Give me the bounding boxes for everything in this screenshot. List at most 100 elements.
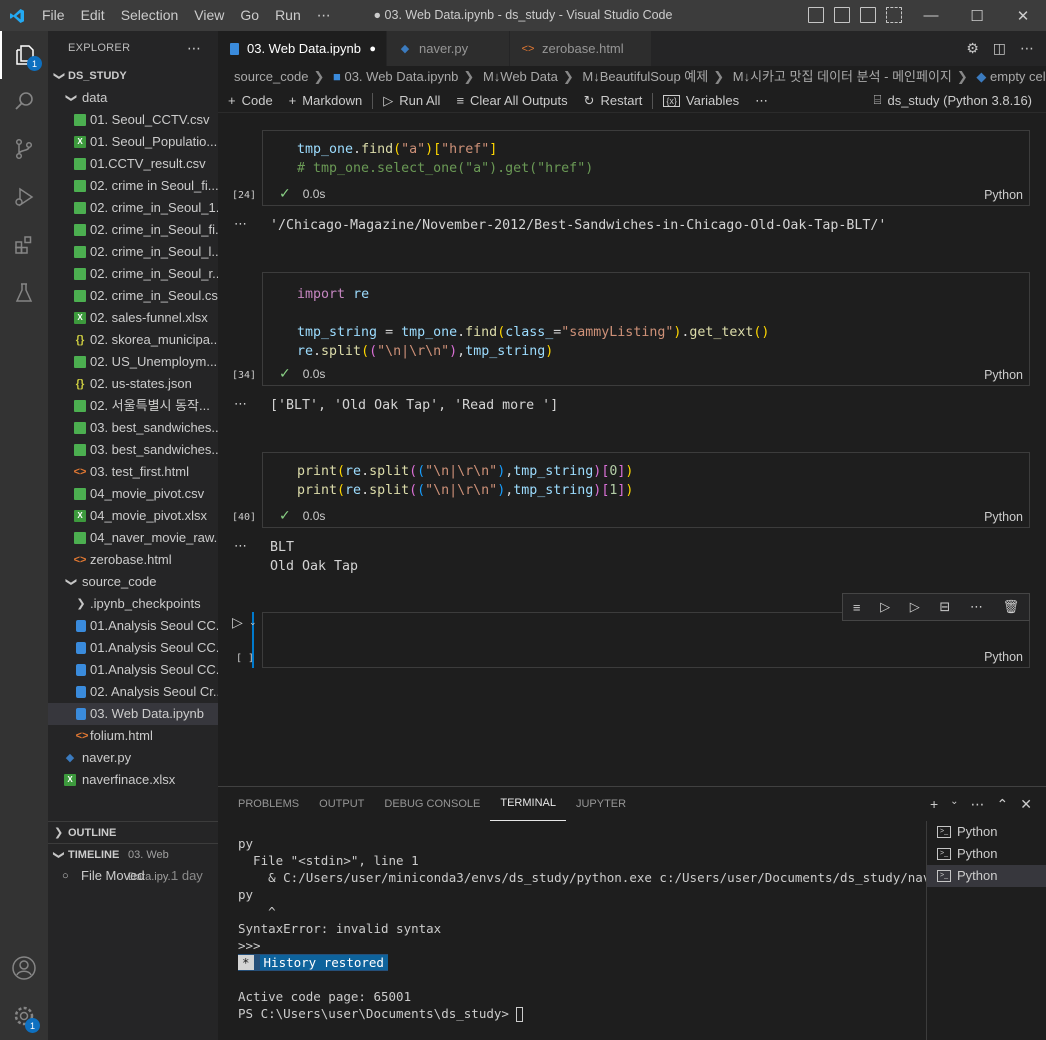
breadcrumb-item[interactable]: M↓Web Data: [483, 69, 558, 84]
explorer-more-icon[interactable]: ⋯: [187, 40, 202, 57]
add-markdown-button[interactable]: + Markdown: [289, 93, 363, 108]
terminal-instance[interactable]: >_ Python: [927, 821, 1046, 843]
breadcrumb-item[interactable]: empty cell: [990, 69, 1046, 84]
tree-folder-source-code[interactable]: ❯ source_code: [48, 571, 218, 593]
tree-file[interactable]: {} 02. us-states.json: [48, 373, 218, 395]
run-options-chevron-down-icon[interactable]: ⌄: [249, 617, 257, 628]
cell-language[interactable]: Python: [984, 510, 1023, 524]
tree-folder-data[interactable]: ❯ data: [48, 87, 218, 109]
tree-file[interactable]: 01.Analysis Seoul CC...: [48, 659, 218, 681]
clear-all-outputs-button[interactable]: ≡ Clear All Outputs: [456, 93, 567, 108]
timeline-section[interactable]: ❯ TIMELINE 03. Web Data.ipy...: [48, 843, 218, 883]
output-more-icon[interactable]: ⋯: [234, 538, 248, 554]
variables-button[interactable]: {x} Variables: [663, 93, 739, 108]
close-window-icon[interactable]: ✕: [1000, 0, 1046, 31]
tree-file[interactable]: 03. best_sandwiches...: [48, 417, 218, 439]
tree-file[interactable]: X 01. Seoul_Populatio...: [48, 131, 218, 153]
tree-file[interactable]: 01.Analysis Seoul CC...: [48, 637, 218, 659]
run-cell-icon[interactable]: ▷: [232, 614, 243, 631]
extensions-icon[interactable]: [0, 221, 48, 269]
tree-file[interactable]: <> 03. test_first.html: [48, 461, 218, 483]
tree-file[interactable]: 02. crime_in_Seoul_r...: [48, 263, 218, 285]
run-above-icon[interactable]: ≡: [853, 600, 861, 615]
maximize-panel-chevron-up-icon[interactable]: ⌃: [997, 796, 1009, 813]
code-cell[interactable]: print(re.split(("\n|\r\n"),tmp_string)[0…: [262, 452, 1030, 528]
tree-file[interactable]: 04_movie_pivot.csv: [48, 483, 218, 505]
panel-tab-terminal[interactable]: TERMINAL: [490, 787, 566, 821]
tree-file[interactable]: {} 02. skorea_municipa...: [48, 329, 218, 351]
menu-view[interactable]: View: [186, 0, 232, 31]
tree-file[interactable]: 02. crime_in_Seoul_l...: [48, 241, 218, 263]
breadcrumb-item[interactable]: source_code: [234, 69, 308, 84]
tree-file[interactable]: X 02. sales-funnel.xlsx: [48, 307, 218, 329]
tree-file[interactable]: 02. Analysis Seoul Cr...: [48, 681, 218, 703]
timeline-item[interactable]: ○ File Moved 1 day: [48, 865, 218, 887]
panel-tab-jupyter[interactable]: JUPYTER: [566, 787, 636, 821]
unsaved-dot-icon[interactable]: ●: [369, 43, 376, 55]
customize-layout-icon[interactable]: [886, 7, 902, 23]
tree-file[interactable]: 02. crime_in_Seoul.csv: [48, 285, 218, 307]
outline-section[interactable]: ❯ OUTLINE: [48, 821, 218, 843]
menu-more[interactable]: ⋯: [309, 0, 339, 31]
panel-tab-output[interactable]: OUTPUT: [309, 787, 374, 821]
accounts-icon[interactable]: [0, 944, 48, 992]
breadcrumb-item[interactable]: M↓BeautifulSoup 예제: [582, 69, 708, 84]
tree-file[interactable]: X 04_movie_pivot.xlsx: [48, 505, 218, 527]
close-panel-icon[interactable]: ✕: [1020, 796, 1032, 813]
menu-selection[interactable]: Selection: [113, 0, 187, 31]
panel-more-icon[interactable]: ⋯: [971, 796, 985, 813]
cell-language[interactable]: Python: [984, 368, 1023, 382]
execute-below-icon[interactable]: ▷: [910, 599, 920, 615]
toolbar-more-button[interactable]: ⋯: [755, 93, 768, 109]
menu-go[interactable]: Go: [232, 0, 267, 31]
new-terminal-plus-icon[interactable]: +: [930, 796, 938, 813]
manage-gear-icon[interactable]: 1: [0, 992, 48, 1040]
tree-folder[interactable]: ❯ .ipynb_checkpoints: [48, 593, 218, 615]
panel-tab-problems[interactable]: PROBLEMS: [228, 787, 309, 821]
testing-flask-icon[interactable]: [0, 269, 48, 317]
search-icon[interactable]: [0, 77, 48, 125]
tree-file[interactable]: 02. 서울특별시 동작...: [48, 395, 218, 417]
cell-language[interactable]: Python: [984, 650, 1023, 664]
delete-cell-trash-icon[interactable]: 🗑: [1003, 599, 1020, 615]
tree-file[interactable]: 04_naver_movie_raw...: [48, 527, 218, 549]
tree-file[interactable]: 02. crime_in_Seoul_fi...: [48, 219, 218, 241]
tree-file[interactable]: 02. crime in Seoul_fi...: [48, 175, 218, 197]
cell-more-icon[interactable]: ⋯: [970, 599, 983, 615]
kernel-picker[interactable]: ⌸ ds_study (Python 3.8.16): [874, 92, 1032, 108]
explorer-icon[interactable]: 1: [0, 31, 48, 79]
tree-file[interactable]: 01.CCTV_result.csv: [48, 153, 218, 175]
split-cell-icon[interactable]: ⊟: [939, 599, 950, 615]
tree-file[interactable]: 01. Seoul_CCTV.csv: [48, 109, 218, 131]
tab-naver-py[interactable]: ◆ naver.py: [387, 31, 510, 66]
cell-language[interactable]: Python: [984, 188, 1023, 202]
add-code-button[interactable]: + Code: [228, 93, 273, 108]
tree-file[interactable]: 03. best_sandwiches...: [48, 439, 218, 461]
editor-more-icon[interactable]: ⋯: [1020, 40, 1034, 57]
tree-file[interactable]: <> folium.html: [48, 725, 218, 747]
maximize-icon[interactable]: ☐: [954, 0, 1000, 31]
restart-button[interactable]: ↻ Restart: [584, 93, 643, 109]
cell-code[interactable]: import re tmp_string = tmp_one.find(clas…: [263, 273, 1029, 361]
menu-run[interactable]: Run: [267, 0, 309, 31]
tree-file[interactable]: <> zerobase.html: [48, 549, 218, 571]
tree-root-ds-study[interactable]: ❯ DS_STUDY: [48, 65, 218, 87]
menu-file[interactable]: File: [34, 0, 73, 31]
source-control-icon[interactable]: [0, 125, 48, 173]
tab-web-data-ipynb[interactable]: 03. Web Data.ipynb ●: [218, 31, 387, 66]
tree-file[interactable]: 02. crime_in_Seoul_1...: [48, 197, 218, 219]
terminal-instance[interactable]: >_ Python: [927, 865, 1046, 887]
toggle-panel-icon[interactable]: [834, 7, 850, 23]
tree-file[interactable]: 01.Analysis Seoul CC...: [48, 615, 218, 637]
toggle-secondary-sidebar-icon[interactable]: [860, 7, 876, 23]
tree-file[interactable]: 03. Web Data.ipynb: [48, 703, 218, 725]
toggle-sidebar-icon[interactable]: [808, 7, 824, 23]
output-more-icon[interactable]: ⋯: [234, 216, 248, 232]
code-cell[interactable]: tmp_one.find("a")["href"] # tmp_one.sele…: [262, 130, 1030, 206]
split-editor-icon[interactable]: ◫: [993, 40, 1006, 57]
tree-file[interactable]: Xnaverfinace.xlsx: [48, 769, 218, 791]
output-more-icon[interactable]: ⋯: [234, 396, 248, 412]
minimize-icon[interactable]: —: [908, 0, 954, 31]
cell-code[interactable]: tmp_one.find("a")["href"] # tmp_one.sele…: [263, 131, 1029, 178]
run-all-button[interactable]: ▷ Run All: [383, 93, 440, 109]
